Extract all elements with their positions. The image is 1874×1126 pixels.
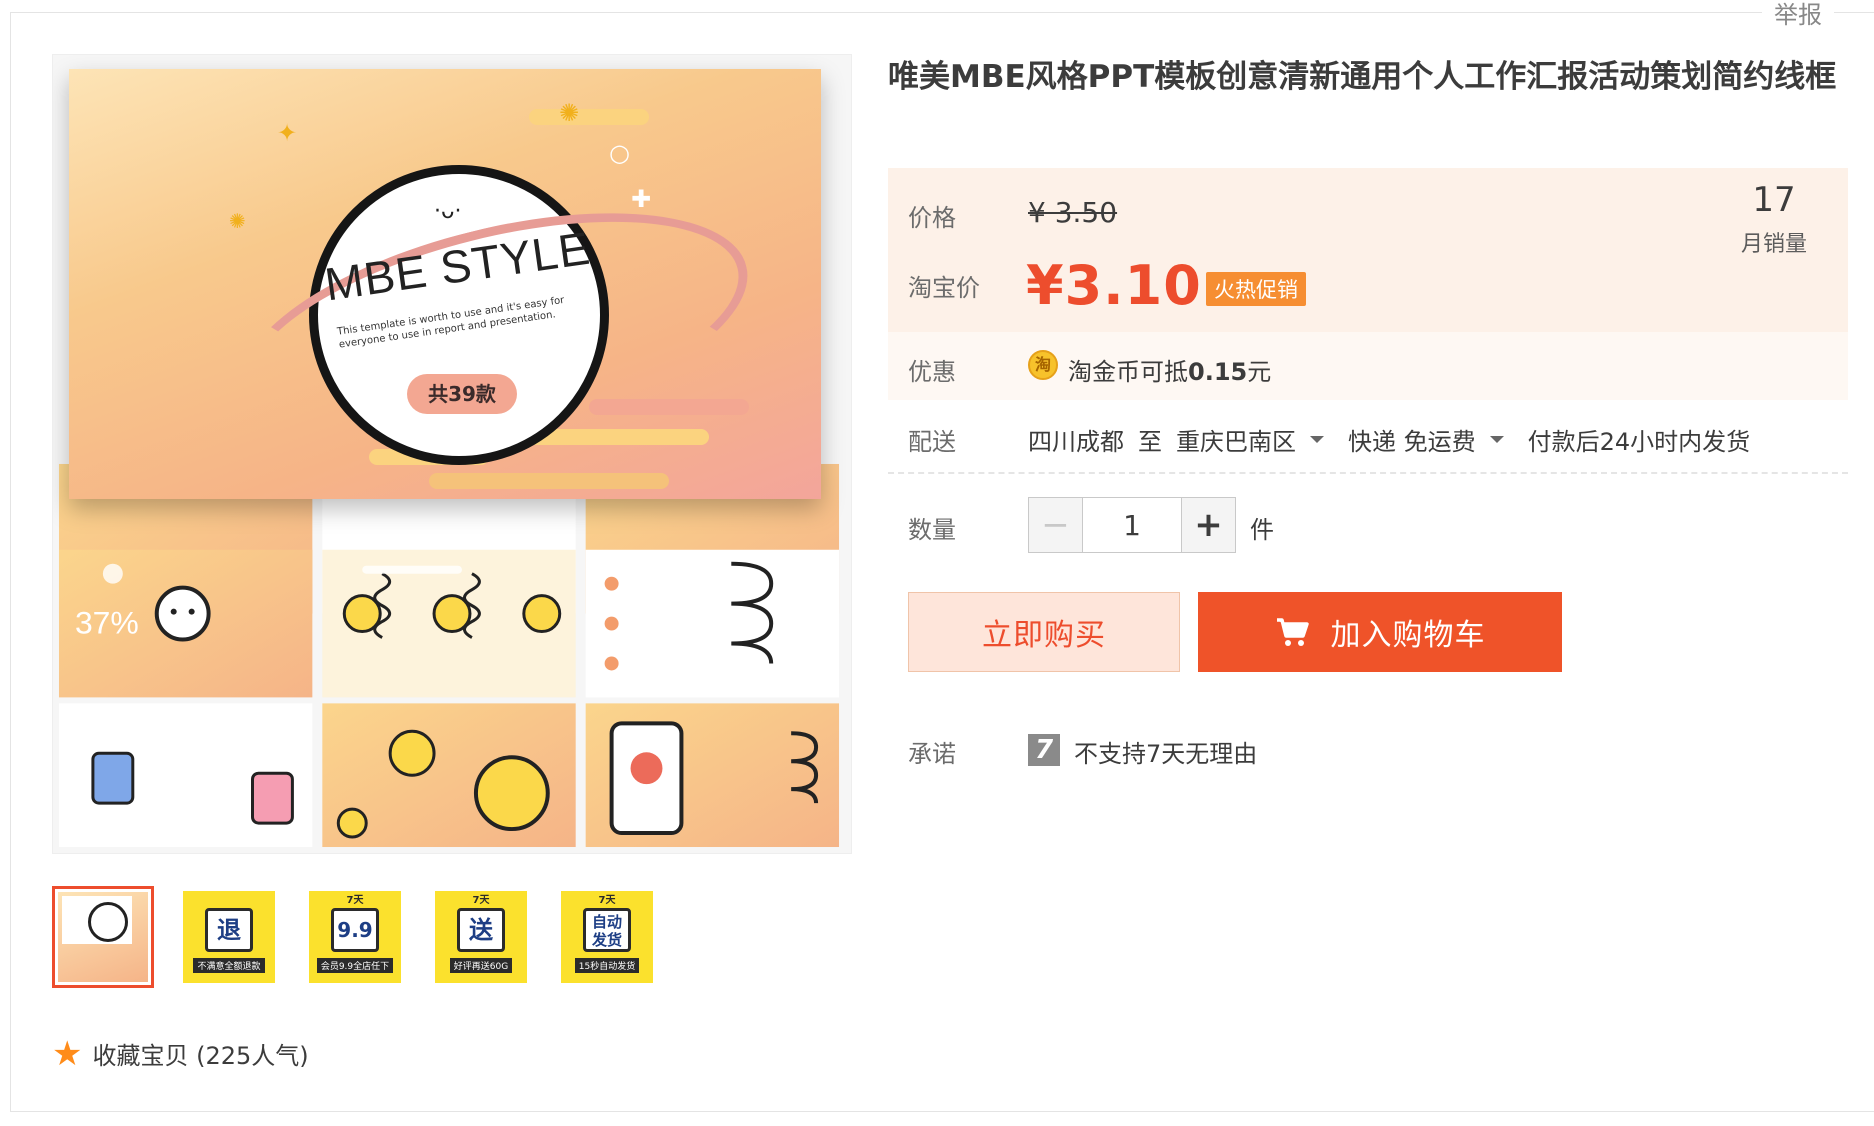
original-price: ¥ 3.50 [1028, 196, 1118, 229]
thumbnail-gift[interactable]: 7天 送 好评再送60G [430, 886, 532, 988]
thumbnail-tag: 好评再送60G [449, 957, 513, 973]
favorite-button[interactable]: ★ 收藏宝贝 (225人气) [52, 1036, 309, 1071]
quantity-stepper: − + [1028, 497, 1236, 553]
promo-text: 淘金币可抵0.15元 [1068, 352, 1271, 387]
promo-suffix: 元 [1247, 358, 1272, 386]
add-to-cart-label: 加入购物车 [1330, 618, 1486, 653]
promo-prefix: 淘金币可抵 [1068, 358, 1188, 386]
favorite-label: 收藏宝贝 (225人气) [92, 1042, 309, 1070]
no-7day-return-icon: 7 [1028, 734, 1060, 766]
svg-text:37%: 37% [75, 605, 139, 641]
ship-note: 付款后24小时内发货 [1527, 428, 1751, 456]
thumbnail-char: 送 [457, 907, 505, 952]
deco-pill [589, 399, 749, 415]
chevron-down-icon[interactable] [1310, 436, 1324, 443]
thumbnail-top: 7天 [472, 895, 490, 906]
quantity-input[interactable] [1083, 498, 1181, 552]
promise-text: 不支持7天无理由 [1074, 740, 1258, 768]
thumbnail-char: 自动发货 [583, 907, 631, 952]
monthly-sales-count: 17 [1752, 180, 1796, 220]
smile-face: ·ᴗ· [434, 199, 462, 224]
thumbnail-auto-delivery[interactable]: 7天 自动发货 15秒自动发货 [556, 886, 658, 988]
main-slide: ✦ ✺ ✺ ○ ✚ ·ᴗ· MBE STYLE This template is… [69, 69, 821, 499]
promo-amount: 0.15 [1188, 358, 1248, 386]
taobao-price-label: 淘宝价 [908, 274, 980, 302]
buy-now-button[interactable]: 立即购买 [908, 592, 1180, 672]
thumbnail-tag: 不满意全额退款 [193, 957, 265, 973]
main-product-image[interactable]: 37% ✦ ✺ ✺ ○ ✚ ·ᴗ· MBE STYLE This templat… [52, 54, 852, 854]
thumbnail-refund[interactable]: 退 不满意全额退款 [178, 886, 280, 988]
thumbnail-top: 7天 [598, 895, 616, 906]
thumbnail-char: 退 [205, 907, 253, 952]
quantity-label: 数量 [908, 516, 956, 544]
count-pill: 共39款 [407, 374, 517, 414]
thumbnail-strip: 退 不满意全额退款 7天 9.9 会员9.9全店任下 7天 送 好评再送60G … [52, 886, 658, 988]
thumbnail-top: 7天 [346, 895, 364, 906]
monthly-sales-label: 月销量 [1740, 232, 1807, 257]
add-to-cart-button[interactable]: 加入购物车 [1198, 592, 1562, 672]
ship-to[interactable]: 重庆巴南区 [1176, 422, 1296, 457]
circle-icon: ○ [609, 139, 630, 167]
thumbnail-char: 9.9 [331, 907, 379, 952]
sale-price: ¥3.10 [1026, 254, 1202, 317]
thumbnail-preview[interactable] [52, 886, 154, 988]
deco-pill [429, 473, 669, 489]
divider [888, 472, 1848, 474]
quantity-increase-button[interactable]: + [1181, 498, 1235, 552]
chevron-down-icon[interactable] [1489, 436, 1504, 443]
sun-icon: ✺ [559, 99, 580, 127]
star-icon: ★ [52, 1033, 83, 1074]
deco-pill [529, 109, 649, 125]
ship-method[interactable]: 快递 免运费 [1348, 422, 1476, 457]
thumbnail-tag: 15秒自动发货 [574, 957, 640, 973]
sparkle-icon: ✦ [277, 119, 298, 147]
ship-separator: 至 [1138, 428, 1162, 456]
thumbnail-tag: 会员9.9全店任下 [316, 957, 394, 973]
promo-label: 优惠 [908, 358, 956, 386]
quantity-unit: 件 [1250, 516, 1274, 544]
quantity-decrease-button[interactable]: − [1029, 498, 1083, 552]
ship-from: 四川成都 [1028, 428, 1124, 456]
cart-icon [1276, 618, 1309, 646]
price-label: 价格 [908, 204, 956, 232]
product-title: 唯美MBE风格PPT模板创意清新通用个人工作汇报活动策划简约线框 [888, 59, 1837, 95]
thumbnail-mini-slide [58, 892, 148, 982]
plus-icon: ✚ [631, 185, 652, 213]
promise-label: 承诺 [908, 740, 956, 768]
shipping-label: 配送 [908, 428, 956, 456]
shipping-row: 四川成都 至 重庆巴南区 快递 免运费 付款后24小时内发货 [1028, 422, 1750, 457]
taobao-coin-icon: 淘 [1028, 350, 1058, 380]
report-link[interactable]: 举报 [1762, 0, 1834, 30]
buy-now-label: 立即购买 [982, 618, 1106, 653]
thumbnail-member[interactable]: 7天 9.9 会员9.9全店任下 [304, 886, 406, 988]
hot-promo-badge: 火热促销 [1206, 272, 1306, 306]
sun-icon: ✺ [229, 209, 246, 233]
